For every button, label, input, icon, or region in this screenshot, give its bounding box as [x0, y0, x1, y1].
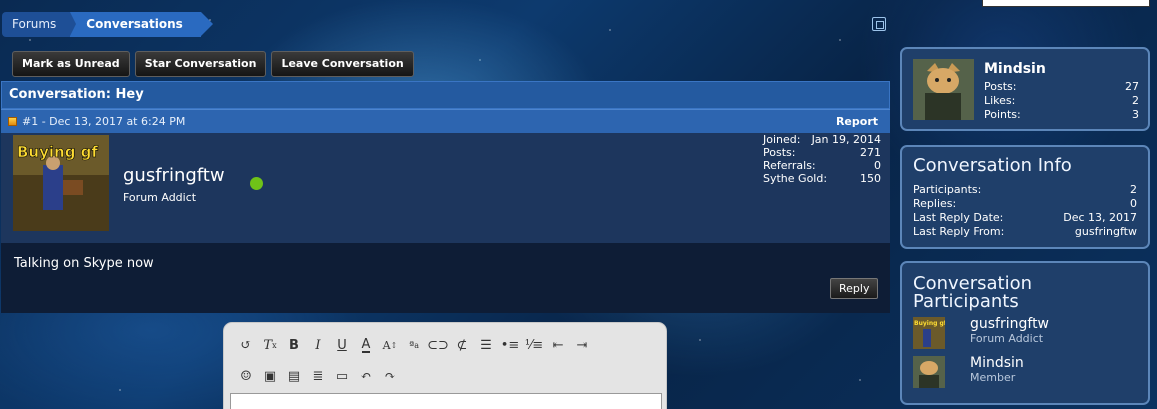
info-value: 0: [1130, 197, 1137, 210]
align-left-icon[interactable]: ☰: [474, 334, 498, 356]
info-label: Last Reply From:: [913, 225, 1005, 238]
conversation-title: Conversation: Hey: [1, 81, 890, 109]
stat-value: 271: [860, 146, 881, 159]
report-link[interactable]: Report: [836, 115, 878, 128]
visitor-panel: Mindsin Posts: 27 Likes: 2 Points: 3: [900, 47, 1150, 131]
message-body: Talking on Skype now Reply: [1, 243, 890, 313]
redo-icon[interactable]: ↷: [378, 365, 402, 387]
participant-item[interactable]: Buying gf gusfringftw Forum Addict: [913, 317, 1049, 349]
conversation-panel: Conversation: Hey #1 - Dec 13, 2017 at 6…: [1, 81, 890, 313]
font-family-icon[interactable]: ªa: [402, 334, 426, 356]
avatar[interactable]: Buying gf: [13, 135, 109, 231]
stat-label: Points:: [984, 108, 1021, 121]
stat-label: Posts:: [984, 80, 1017, 93]
stat-label: Joined:: [763, 133, 801, 146]
stat-value: 2: [1132, 94, 1139, 107]
avatar[interactable]: [913, 59, 974, 120]
breadcrumb-current[interactable]: Conversations: [70, 12, 213, 37]
breadcrumb: Forums Conversations: [2, 12, 213, 37]
font-size-icon[interactable]: A ↕: [378, 334, 402, 356]
avatar[interactable]: [913, 356, 945, 388]
italic-icon[interactable]: I: [306, 334, 330, 356]
participants-panel: Conversation Participants Buying gf gusf…: [900, 261, 1150, 405]
info-label: Last Reply Date:: [913, 211, 1004, 224]
reply-editor: ↺ Tx B I U A A ↕ ªa ⊂⊃ ⊄ ☰ •≡ ⅟≡ ⇤ ⇥ ☺ ▣ …: [223, 322, 667, 409]
media-icon[interactable]: ▤: [282, 365, 306, 387]
author-stats: Joined: Jan 19, 2014 Posts: 271 Referrals:…: [763, 133, 881, 185]
bulleted-list-icon[interactable]: •≡: [498, 334, 522, 356]
info-value[interactable]: gusfringftw: [1075, 225, 1137, 239]
external-link-icon[interactable]: [872, 17, 886, 31]
participant-title: Member: [970, 371, 1016, 384]
participant-name[interactable]: gusfringftw: [970, 317, 1049, 332]
stat-value: 0: [874, 159, 881, 172]
stat-label: Sythe Gold:: [763, 172, 828, 185]
conversation-info-title: Conversation Info: [913, 155, 1072, 176]
clear-format-icon[interactable]: Tx: [258, 334, 282, 356]
info-label: Participants:: [913, 183, 982, 196]
conversation-info-panel: Conversation Info Participants: 2 Replies…: [900, 145, 1150, 249]
stat-label: Likes:: [984, 94, 1016, 107]
star-conversation-button[interactable]: Star Conversation: [134, 51, 267, 77]
participant-name[interactable]: Mindsin: [970, 356, 1024, 371]
svg-text:Buying gf: Buying gf: [914, 320, 945, 327]
mark-unread-button[interactable]: Mark as Unread: [12, 51, 130, 77]
new-message-icon: [8, 117, 17, 126]
message-author[interactable]: gusfringftw: [123, 165, 225, 186]
online-status-icon: [250, 177, 263, 190]
undo-icon[interactable]: ↶: [354, 365, 378, 387]
editor-toolbar-row-2: ☺ ▣ ▤ ≣ ▭ ↶ ↷: [234, 365, 402, 387]
visitor-stats: Posts: 27 Likes: 2 Points: 3: [984, 80, 1139, 122]
search-input[interactable]: [982, 0, 1150, 7]
stat-value: 3: [1132, 108, 1139, 121]
message-header: #1 - Dec 13, 2017 at 6:24 PM Report: [1, 109, 890, 133]
message-user-info: Buying gf gusfringftw Forum Addict Joine…: [1, 133, 890, 243]
unlink-icon[interactable]: ⊄: [450, 334, 474, 356]
author-title: Forum Addict: [123, 191, 197, 204]
message-permalink[interactable]: #1 - Dec 13, 2017 at 6:24 PM: [22, 115, 185, 128]
code-icon[interactable]: ≣: [306, 365, 330, 387]
visitor-name[interactable]: Mindsin: [984, 61, 1046, 77]
stat-label: Referrals:: [763, 159, 816, 172]
info-value: Dec 13, 2017: [1063, 211, 1137, 224]
underline-icon[interactable]: U: [330, 334, 354, 356]
message-editor-field[interactable]: [230, 393, 662, 409]
stat-value: 150: [860, 172, 881, 185]
participants-title: Conversation Participants: [913, 273, 1033, 312]
info-label: Replies:: [913, 197, 957, 210]
smilie-icon[interactable]: ☺: [234, 365, 258, 387]
breadcrumb-forums[interactable]: Forums: [2, 12, 77, 37]
stat-value: Jan 19, 2014: [811, 133, 881, 146]
stat-value: 27: [1125, 80, 1139, 93]
avatar-caption: Buying gf: [17, 143, 98, 161]
participant-title: Forum Addict: [970, 332, 1044, 345]
reply-button[interactable]: Reply: [830, 278, 879, 299]
editor-toolbar-row-1: ↺ Tx B I U A A ↕ ªa ⊂⊃ ⊄ ☰ •≡ ⅟≡ ⇤ ⇥: [234, 334, 594, 356]
stat-label: Posts:: [763, 146, 796, 159]
conversation-actions: Mark as Unread Star Conversation Leave C…: [12, 51, 414, 77]
save-draft-icon[interactable]: ▭: [330, 365, 354, 387]
font-color-icon[interactable]: A: [354, 334, 378, 356]
leave-conversation-button[interactable]: Leave Conversation: [271, 51, 414, 77]
indent-icon[interactable]: ⇥: [570, 334, 594, 356]
message-text: Talking on Skype now: [14, 256, 154, 271]
outdent-icon[interactable]: ⇤: [546, 334, 570, 356]
avatar[interactable]: Buying gf: [913, 317, 945, 349]
numbered-list-icon[interactable]: ⅟≡: [522, 334, 546, 356]
info-value: 2: [1130, 183, 1137, 196]
bold-icon[interactable]: B: [282, 334, 306, 356]
image-icon[interactable]: ▣: [258, 365, 282, 387]
remove-format-icon[interactable]: ↺: [234, 334, 258, 356]
link-icon[interactable]: ⊂⊃: [426, 334, 450, 356]
participant-item[interactable]: Mindsin Member: [913, 356, 1024, 388]
